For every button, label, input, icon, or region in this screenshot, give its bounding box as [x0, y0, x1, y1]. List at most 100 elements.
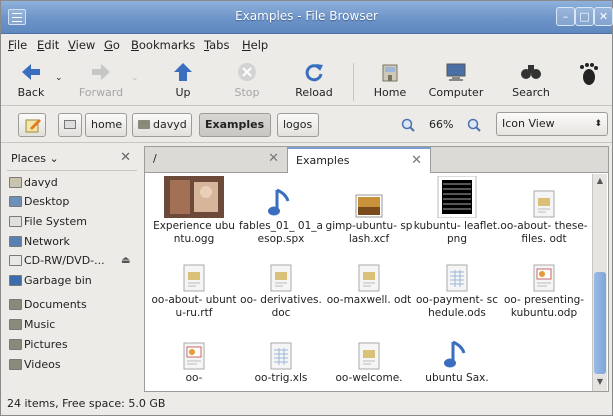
zoom-level[interactable]: 66% — [429, 118, 453, 131]
doc-file-icon — [325, 256, 413, 292]
stop-button[interactable]: Stop — [227, 61, 267, 103]
sidebar-close-icon[interactable]: ✕ — [120, 150, 131, 165]
doc-file-icon — [150, 256, 238, 292]
sidebar-item-cd-rw[interactable]: CD-RW/DVD-... ⏏ — [9, 252, 130, 270]
harddisk-icon — [9, 216, 22, 227]
file-item[interactable]: oo-welcome. — [325, 334, 413, 385]
file-name: oo-payment- schedule.ods — [416, 294, 498, 319]
video-file-icon — [150, 174, 238, 218]
window-title: Examples - File Browser — [235, 9, 378, 23]
path-button-home[interactable]: home — [85, 113, 127, 137]
file-item[interactable]: oo- derivatives. doc — [237, 256, 325, 320]
file-browser-window: Examples - File Browser – □ ✕ File Edit … — [0, 0, 613, 416]
reload-button[interactable]: Reload — [291, 61, 337, 103]
sidebar-item-documents[interactable]: Documents — [9, 296, 87, 314]
path-button-examples[interactable]: Examples — [199, 113, 271, 137]
scroll-left-button[interactable] — [58, 113, 82, 137]
minimize-icon[interactable]: – — [556, 7, 575, 26]
search-button[interactable]: Search — [507, 61, 555, 103]
title-bar[interactable]: Examples - File Browser – □ ✕ — [1, 1, 613, 34]
file-name: fables_01_ 01_aesop.spx — [239, 220, 323, 245]
status-bar: 24 items, Free space: 5.0 GB — [7, 397, 166, 410]
file-item[interactable]: oo-trig.xls — [237, 334, 325, 385]
drive-icon — [64, 120, 76, 129]
sidebar-item-music[interactable]: Music — [9, 316, 55, 334]
scroll-down-icon[interactable]: ▼ — [593, 377, 607, 389]
presentation-file-icon — [150, 334, 238, 370]
audio-file-icon — [237, 174, 325, 218]
file-item[interactable]: ubuntu Sax. — [413, 334, 501, 385]
close-tab-icon[interactable]: ✕ — [268, 147, 279, 171]
file-item[interactable]: oo-maxwell. odt — [325, 256, 413, 307]
file-item[interactable]: Experience ubuntu.ogg — [150, 174, 238, 246]
home-icon — [378, 61, 402, 83]
forward-history-dropdown[interactable]: ⌄ — [129, 61, 141, 103]
zoom-out-icon[interactable] — [401, 118, 415, 135]
close-tab-icon[interactable]: ✕ — [411, 149, 422, 173]
sidebar-item-pictures[interactable]: Pictures — [9, 336, 68, 354]
file-item[interactable]: kubuntu- leaflet.png — [413, 174, 501, 246]
path-button-logos[interactable]: logos — [277, 113, 319, 137]
file-name: gimp-ubuntu- splash.xcf — [325, 220, 413, 245]
trash-icon — [9, 275, 22, 286]
doc-file-icon — [325, 334, 413, 370]
sidebar-item-davyd[interactable]: davyd — [9, 174, 58, 192]
folder-icon — [9, 359, 22, 370]
sidebar-item-network[interactable]: Network — [9, 233, 70, 251]
menu-tabs[interactable]: Tabs — [204, 38, 229, 52]
desktop-icon — [9, 196, 22, 207]
menu-bookmarks[interactable]: Bookmarks — [131, 38, 195, 52]
file-grid: Experience ubuntu.ogg fables_01_ 01_aesop… — [147, 174, 591, 391]
forward-button[interactable]: Forward — [73, 61, 129, 103]
home-button[interactable]: Home — [367, 61, 413, 103]
file-item[interactable]: gimp-ubuntu- splash.xcf — [325, 174, 413, 246]
computer-button[interactable]: Computer — [425, 61, 487, 103]
menu-go[interactable]: Go — [104, 38, 120, 52]
image-file-icon — [325, 174, 413, 218]
view-mode-select[interactable]: Icon View ⬍ — [496, 112, 608, 136]
file-item[interactable]: oo- presenting- kubuntu.odp — [500, 256, 588, 320]
file-item[interactable]: oo-payment- schedule.ods — [413, 256, 501, 320]
file-item[interactable]: oo- — [150, 334, 238, 385]
sheet-file-icon — [237, 334, 325, 370]
up-button[interactable]: Up — [161, 61, 205, 103]
path-button-davyd[interactable]: davyd — [132, 113, 192, 137]
file-item[interactable]: fables_01_ 01_aesop.spx — [237, 174, 325, 246]
chevron-down-icon: ⌄ — [55, 73, 63, 83]
folder-icon — [9, 319, 22, 330]
edit-pencil-icon — [25, 117, 41, 141]
forward-arrow-icon — [89, 61, 113, 83]
scrollbar-thumb[interactable] — [594, 272, 606, 374]
tab-root[interactable]: / ✕ — [145, 147, 287, 173]
folder-icon — [9, 339, 22, 350]
file-item[interactable]: oo-about- these-files. odt — [500, 174, 588, 246]
back-button[interactable]: Back — [11, 61, 51, 103]
sidebar-item-videos[interactable]: Videos — [9, 356, 61, 374]
eject-icon[interactable]: ⏏ — [121, 252, 130, 270]
menu-file[interactable]: File — [8, 38, 27, 52]
menu-help[interactable]: Help — [242, 38, 268, 52]
doc-file-icon — [500, 174, 588, 218]
toolbar: Back ⌄ Forward ⌄ Up Stop Reload Home Com… — [1, 57, 612, 106]
up-arrow-icon — [171, 61, 195, 83]
close-icon[interactable]: ✕ — [594, 7, 613, 26]
zoom-in-icon[interactable] — [467, 118, 481, 135]
toggle-location-entry-button[interactable] — [18, 113, 46, 137]
sidebar-item-desktop[interactable]: Desktop — [9, 193, 69, 211]
file-item[interactable]: oo-about- ubuntu-ru.rtf — [150, 256, 238, 320]
sidebar-item-garbage-bin[interactable]: Garbage bin — [9, 272, 92, 290]
menu-edit[interactable]: Edit — [37, 38, 59, 52]
file-name: oo-trig.xls — [254, 372, 308, 384]
computer-icon — [444, 61, 468, 83]
maximize-icon[interactable]: □ — [575, 7, 594, 26]
tab-bar-empty — [431, 147, 608, 173]
vertical-scrollbar[interactable]: ▲ ▼ — [592, 174, 607, 391]
sidebar-item-file-system[interactable]: File System — [9, 213, 87, 231]
sidebar-places-select[interactable]: Places ⌄ — [11, 152, 59, 165]
updown-arrow-icon: ⬍ — [594, 119, 602, 129]
scroll-up-icon[interactable]: ▲ — [593, 176, 607, 188]
menu-view[interactable]: View — [68, 38, 95, 52]
tab-examples[interactable]: Examples ✕ — [287, 147, 431, 173]
back-arrow-icon — [19, 61, 43, 83]
back-history-dropdown[interactable]: ⌄ — [53, 61, 65, 103]
